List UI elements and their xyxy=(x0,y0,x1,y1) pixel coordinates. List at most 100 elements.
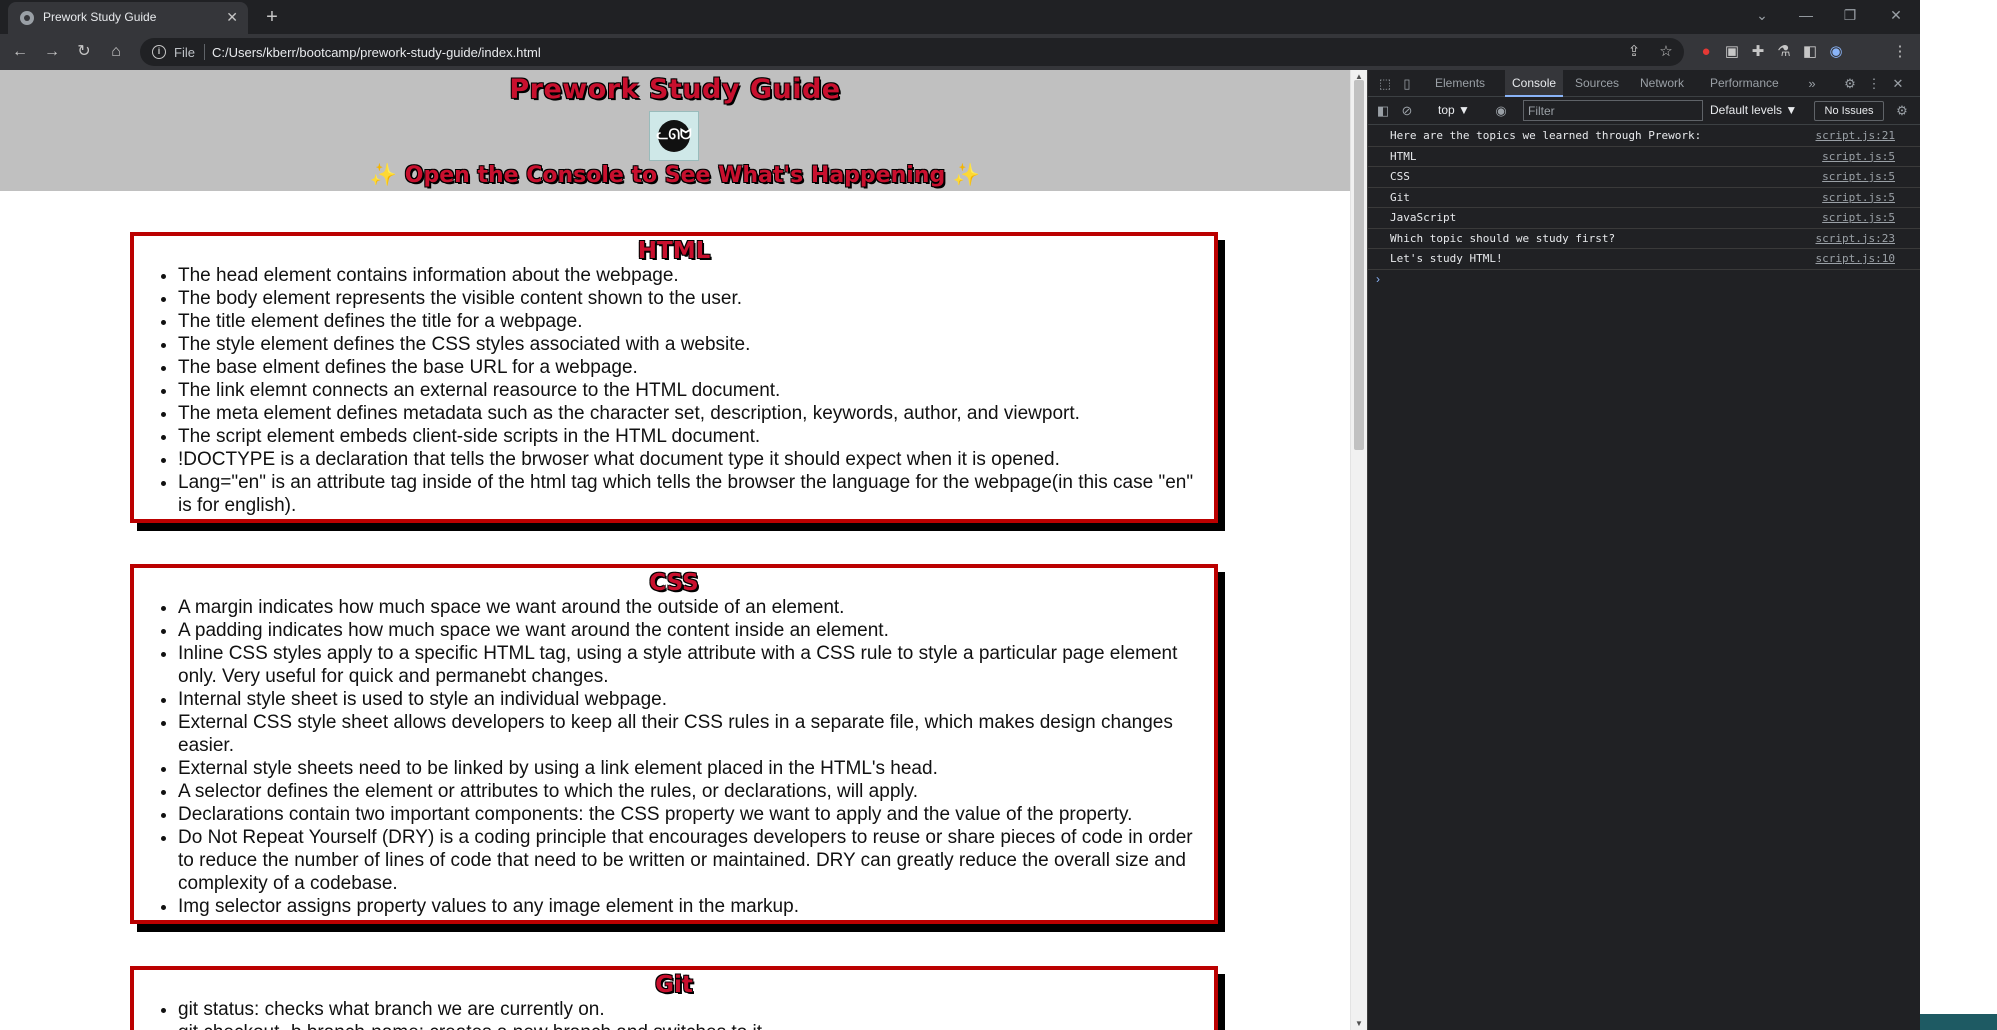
log-source-link[interactable]: script.js:5 xyxy=(1822,191,1895,204)
console-log-row: CSS script.js:5 xyxy=(1368,167,1921,188)
page-viewport: Prework Study Guide ᓚᘏᗢ ✨ Open the Conso… xyxy=(0,70,1350,1030)
clear-console-icon[interactable]: ⊘ xyxy=(1398,102,1416,120)
scrollbar-thumb[interactable] xyxy=(1354,80,1364,450)
address-bar[interactable]: i File C:/Users/kberr/bootcamp/prework-s… xyxy=(140,38,1684,66)
section-heading: Git xyxy=(655,972,693,998)
list-item: A selector defines the element or attrib… xyxy=(178,780,1206,803)
sidebar-toggle-icon[interactable]: ◧ xyxy=(1374,102,1392,120)
tab-network[interactable]: Network xyxy=(1633,70,1691,97)
close-window-button[interactable]: ✕ xyxy=(1876,2,1916,28)
list-item: git checkout -b branch-name: creates a n… xyxy=(178,1021,1206,1030)
globe-icon xyxy=(20,11,34,25)
list-item: Lang="en" is an attribute tag inside of … xyxy=(178,471,1206,517)
back-button[interactable]: ← xyxy=(8,40,32,64)
list-item: A padding indicates how much space we wa… xyxy=(178,619,1206,642)
log-message: JavaScript xyxy=(1390,211,1457,224)
devtools-panel: ⬚ ▯ Elements Console Sources Network Per… xyxy=(1367,70,1921,1030)
subtitle-text: Open the Console to See What's Happening xyxy=(404,163,946,188)
list-item: git status: checks what branch we are cu… xyxy=(178,998,1206,1021)
section-heading: HTML xyxy=(637,238,711,264)
log-source-link[interactable]: script.js:5 xyxy=(1822,211,1895,224)
settings-gear-icon[interactable]: ⚙ xyxy=(1841,75,1859,93)
log-source-link[interactable]: script.js:5 xyxy=(1822,150,1895,163)
console-log-row: Here are the topics we learned through P… xyxy=(1368,126,1921,147)
console-prompt[interactable]: › xyxy=(1368,270,1921,290)
url-scheme: File xyxy=(174,45,195,60)
device-toolbar-icon[interactable]: ▯ xyxy=(1398,75,1416,93)
list-item: The script element embeds client-side sc… xyxy=(178,425,1206,448)
sparkle-icon: ✨ xyxy=(369,163,398,188)
console-filter-bar: ◧ ⊘ top ▼ ◉ Default levels ▼ No Issues ⚙ xyxy=(1368,97,1921,125)
devtools-menu-icon[interactable]: ⋮ xyxy=(1865,75,1883,93)
log-source-link[interactable]: script.js:21 xyxy=(1816,129,1895,142)
tab-search-chevron-icon[interactable]: ⌄ xyxy=(1742,2,1782,28)
log-message: Which topic should we study first? xyxy=(1390,231,1616,245)
list-item: Img selector assigns property values to … xyxy=(178,895,1206,918)
log-levels-select[interactable]: Default levels ▼ xyxy=(1710,103,1797,117)
browser-window: Prework Study Guide ✕ + ⌄ — ❐ ✕ ← → ↻ ⌂ … xyxy=(0,0,1921,1030)
puzzle-icon[interactable]: ✚ xyxy=(1748,42,1768,62)
logo-image: ᓚᘏᗢ xyxy=(649,111,699,161)
console-log-row: Git script.js:5 xyxy=(1368,188,1921,208)
list-item: Internal style sheet is used to style an… xyxy=(178,688,1206,711)
bookmark-star-icon[interactable]: ☆ xyxy=(1656,42,1676,62)
tab-console[interactable]: Console xyxy=(1505,70,1564,97)
log-source-link[interactable]: script.js:5 xyxy=(1822,170,1895,183)
restore-button[interactable]: ❐ xyxy=(1830,2,1870,28)
profile-avatar-icon[interactable]: ◉ xyxy=(1826,42,1846,62)
close-devtools-icon[interactable]: ✕ xyxy=(1889,75,1907,93)
browser-tab[interactable]: Prework Study Guide ✕ xyxy=(8,2,248,34)
page-title: Prework Study Guide xyxy=(509,74,841,105)
desktop-background xyxy=(1920,0,1997,1030)
console-log-row: HTML script.js:5 xyxy=(1368,147,1921,167)
url-text[interactable]: C:/Users/kberr/bootcamp/prework-study-gu… xyxy=(212,45,541,60)
log-message: Git xyxy=(1390,190,1410,204)
tab-elements[interactable]: Elements xyxy=(1428,70,1492,97)
cat-icon: ᓚᘏᗢ xyxy=(656,126,692,142)
sparkle-icon: ✨ xyxy=(952,163,981,188)
extension-red-icon[interactable]: ● xyxy=(1696,42,1716,62)
topic-list: The head element contains information ab… xyxy=(178,264,1206,519)
tab-close-icon[interactable]: ✕ xyxy=(226,8,238,26)
extension-badge-icon[interactable]: ▣ xyxy=(1722,42,1742,62)
menu-kebab-icon[interactable]: ⋮ xyxy=(1890,42,1910,62)
browser-toolbar: ← → ↻ ⌂ i File C:/Users/kberr/bootcamp/p… xyxy=(0,34,1920,70)
context-select[interactable]: top ▼ xyxy=(1438,103,1470,117)
more-tabs-icon[interactable]: » xyxy=(1803,75,1821,93)
section-html: HTML The head element contains informati… xyxy=(130,232,1218,523)
console-output: Here are the topics we learned through P… xyxy=(1368,126,1921,290)
info-icon[interactable]: i xyxy=(152,45,166,59)
eye-icon[interactable]: ◉ xyxy=(1492,102,1510,120)
side-panel-icon[interactable]: ◧ xyxy=(1800,42,1820,62)
tab-performance[interactable]: Performance xyxy=(1703,70,1786,97)
page-subtitle: ✨ Open the Console to See What's Happeni… xyxy=(0,163,1350,188)
issues-button[interactable]: No Issues xyxy=(1814,101,1884,121)
list-item: The title element defines the title for … xyxy=(178,310,1206,333)
scroll-down-icon[interactable]: ▼ xyxy=(1355,1019,1363,1028)
section-css: CSS A margin indicates how much space we… xyxy=(130,564,1218,924)
log-source-link[interactable]: script.js:10 xyxy=(1816,252,1895,265)
console-log-row: JavaScript script.js:5 xyxy=(1368,208,1921,229)
log-source-link[interactable]: script.js:23 xyxy=(1816,232,1895,245)
log-message: CSS xyxy=(1390,170,1410,183)
home-button[interactable]: ⌂ xyxy=(104,40,128,64)
inspect-element-icon[interactable]: ⬚ xyxy=(1376,75,1394,93)
reload-button[interactable]: ↻ xyxy=(72,40,96,64)
devtools-tab-bar: ⬚ ▯ Elements Console Sources Network Per… xyxy=(1368,70,1921,97)
minimize-button[interactable]: — xyxy=(1786,2,1826,28)
console-log-row: Which topic should we study first? scrip… xyxy=(1368,229,1921,249)
console-settings-icon[interactable]: ⚙ xyxy=(1893,102,1911,120)
new-tab-button[interactable]: + xyxy=(260,5,284,29)
log-message: Here are the topics we learned through P… xyxy=(1390,129,1702,142)
page-scrollbar[interactable]: ▲ ▼ xyxy=(1350,70,1367,1030)
list-item: External CSS style sheet allows develope… xyxy=(178,711,1206,757)
log-message: HTML xyxy=(1390,149,1417,163)
list-item: The style element defines the CSS styles… xyxy=(178,333,1206,356)
share-icon[interactable]: ⇪ xyxy=(1624,42,1644,62)
flask-icon[interactable]: ⚗ xyxy=(1774,42,1794,62)
list-item: Declarations contain two important compo… xyxy=(178,803,1206,826)
topic-list: git status: checks what branch we are cu… xyxy=(178,998,1206,1030)
tab-sources[interactable]: Sources xyxy=(1568,70,1626,97)
forward-button[interactable]: → xyxy=(40,40,64,64)
filter-input[interactable] xyxy=(1523,100,1703,121)
